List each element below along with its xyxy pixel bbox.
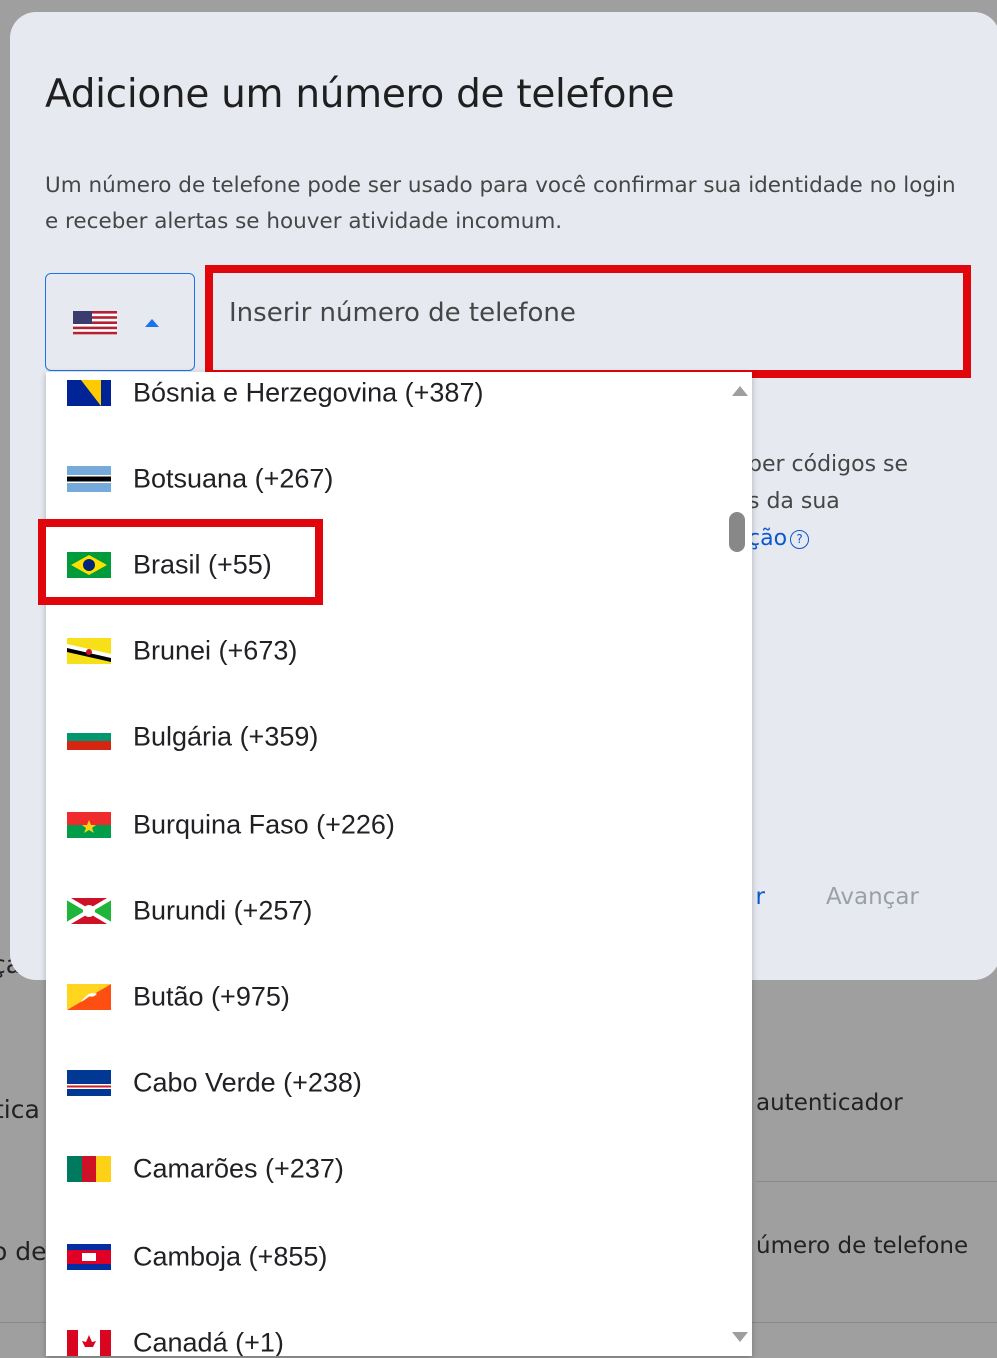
side-link-row[interactable]: ção? xyxy=(748,520,988,557)
background-fragment-2: tica xyxy=(0,1095,40,1124)
option-cambodia[interactable]: Camboja (+855) xyxy=(46,1214,726,1300)
option-burkina-faso[interactable]: Burquina Faso (+226) xyxy=(46,782,726,868)
brazil-flag-icon xyxy=(67,552,111,578)
scroll-up-arrow-icon[interactable] xyxy=(732,386,748,396)
dialog-description: Um número de telefone pode ser usado par… xyxy=(45,173,956,234)
burkina-faso-flag-icon xyxy=(67,812,111,838)
option-label: Cabo Verde (+238) xyxy=(133,1067,362,1098)
option-label: Bulgária (+359) xyxy=(133,721,319,752)
background-right-fragment-1: autenticador xyxy=(756,1090,903,1116)
scrollbar-thumb[interactable] xyxy=(729,512,745,552)
country-code-select[interactable] xyxy=(45,273,195,371)
option-label: Burquina Faso (+226) xyxy=(133,809,395,840)
option-label: Butão (+975) xyxy=(133,981,290,1012)
bosnia-flag-icon xyxy=(67,380,111,406)
bhutan-flag-icon xyxy=(67,984,111,1010)
side-text-line-2: s da sua xyxy=(748,489,840,514)
help-circle-icon[interactable]: ? xyxy=(790,529,810,549)
burundi-flag-icon xyxy=(67,898,111,924)
option-bulgaria[interactable]: Bulgária (+359) xyxy=(46,694,726,780)
option-brazil[interactable]: Brasil (+55) xyxy=(46,522,726,608)
option-canada[interactable]: Canadá (+1) xyxy=(46,1300,726,1356)
option-cape-verde[interactable]: Cabo Verde (+238) xyxy=(46,1040,726,1126)
option-label: Brunei (+673) xyxy=(133,635,298,666)
us-flag-icon xyxy=(73,311,117,335)
option-label: Canadá (+1) xyxy=(133,1327,284,1357)
option-botswana[interactable]: Botsuana (+267) xyxy=(46,436,726,522)
phone-number-input[interactable] xyxy=(211,268,951,358)
option-bhutan[interactable]: Butão (+975) xyxy=(46,954,726,1040)
option-label: Camarões (+237) xyxy=(133,1153,344,1184)
side-info-text: ber códigos se s da sua ção? xyxy=(748,446,988,557)
next-button[interactable]: Avançar xyxy=(826,884,919,910)
dropdown-scrollbar[interactable] xyxy=(726,372,752,1356)
brunei-flag-icon xyxy=(67,638,111,664)
cambodia-flag-icon xyxy=(67,1244,111,1270)
option-label: Burundi (+257) xyxy=(133,895,313,926)
option-burundi[interactable]: Burundi (+257) xyxy=(46,868,726,954)
option-label: Brasil (+55) xyxy=(133,549,272,580)
cape-verde-flag-icon xyxy=(67,1070,111,1096)
background-fragment-3: o de xyxy=(0,1237,47,1266)
background-divider xyxy=(756,1181,997,1182)
country-dropdown-list[interactable]: Bósnia e Herzegovina (+387) Botsuana (+2… xyxy=(46,372,752,1356)
learn-more-link[interactable]: ção xyxy=(748,526,787,551)
option-brunei[interactable]: Brunei (+673) xyxy=(46,608,726,694)
botswana-flag-icon xyxy=(67,466,111,492)
bulgaria-flag-icon xyxy=(67,724,111,750)
canada-flag-icon xyxy=(67,1330,111,1356)
side-text-line-1: ber códigos se xyxy=(748,452,909,477)
caret-up-icon xyxy=(145,319,159,327)
option-bosnia[interactable]: Bósnia e Herzegovina (+387) xyxy=(46,372,726,436)
option-label: Botsuana (+267) xyxy=(133,463,334,494)
dialog-title: Adicione um número de telefone xyxy=(45,72,675,117)
option-cameroon[interactable]: Camarões (+237) xyxy=(46,1126,726,1212)
cameroon-flag-icon xyxy=(67,1156,111,1182)
option-label: Camboja (+855) xyxy=(133,1241,328,1272)
option-label: Bósnia e Herzegovina (+387) xyxy=(133,377,484,408)
scroll-down-arrow-icon[interactable] xyxy=(732,1332,748,1342)
background-right-fragment-2: úmero de telefone xyxy=(756,1233,969,1259)
